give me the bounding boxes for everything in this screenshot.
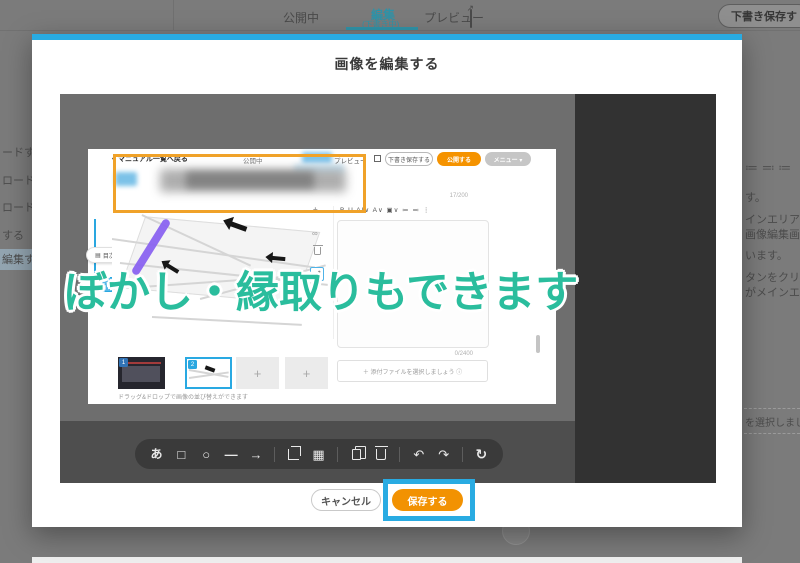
thumbnail-1: 1 bbox=[118, 357, 165, 389]
edit-image-modal: 画像を編集する < マニュアル一覧へ戻る 公開中 プレビュー 下書き保存する 公… bbox=[32, 34, 742, 527]
inner-external-link-icon bbox=[374, 155, 381, 162]
redo-button[interactable]: ↷ bbox=[437, 448, 450, 461]
inner-scrollbar bbox=[536, 335, 540, 353]
thumbnail-2-badge: 2 bbox=[188, 360, 197, 369]
modal-title: 画像を編集する bbox=[334, 56, 440, 72]
external-link-icon bbox=[470, 9, 472, 28]
line-tool-button[interactable]: ― bbox=[225, 448, 238, 461]
link-icon: ∞ bbox=[312, 229, 318, 238]
tab-published[interactable]: 公開中 bbox=[283, 9, 319, 26]
tutorial-highlight-rect bbox=[383, 479, 475, 521]
toolbar-divider bbox=[336, 446, 338, 462]
page-bottom-edge bbox=[32, 557, 742, 563]
thumbnail-2-selected: 2 bbox=[185, 357, 232, 389]
duplicate-icon bbox=[351, 445, 367, 460]
panel-text: 画像編集画面か bbox=[745, 229, 800, 241]
panel-text: がメインエリア bbox=[745, 287, 800, 299]
toolbar-divider bbox=[462, 446, 464, 462]
trash-icon bbox=[374, 445, 388, 460]
add-image-slot: + bbox=[236, 357, 279, 389]
format-toolbar-icons: ≔ ≕ ≔ bbox=[745, 160, 792, 175]
delete-button[interactable] bbox=[374, 445, 388, 460]
sidebar-item: する bbox=[2, 230, 24, 242]
inner-draft-save-button: 下書き保存する bbox=[385, 152, 433, 166]
panel-text: タンをクリック bbox=[745, 272, 800, 284]
mosaic-tool-button[interactable]: ▦ bbox=[312, 448, 325, 461]
rotate-button[interactable]: ↻ bbox=[475, 447, 488, 461]
toolbar-divider bbox=[399, 446, 401, 462]
editor-toolbar: あ □ ○ ― → ▦ ↶ ↷ ↻ bbox=[135, 439, 503, 469]
panel-text: す。 bbox=[745, 192, 766, 204]
orange-annotation-rect bbox=[113, 154, 366, 213]
drag-hint: ドラッグ&ドロップで画像の並び替えができます bbox=[118, 395, 249, 401]
attachment-text: を選択しましょう bbox=[745, 418, 800, 429]
panel-text: インエリアに bbox=[745, 214, 800, 226]
panel-text: います。 bbox=[745, 250, 788, 262]
crop-icon bbox=[288, 445, 301, 460]
dashed-divider bbox=[744, 433, 800, 434]
green-annotation-text[interactable]: ぼかし・縁取りもできます bbox=[64, 258, 578, 320]
attachment-select-box: ＋ 添付ファイルを選択しましょう ⓘ bbox=[337, 360, 488, 382]
duplicate-button[interactable] bbox=[350, 445, 367, 460]
thumbnail-1-badge: 1 bbox=[119, 358, 128, 367]
header-divider bbox=[173, 0, 174, 30]
crop-tool-button[interactable] bbox=[287, 445, 301, 460]
tab-preview[interactable]: プレビュー bbox=[424, 9, 484, 26]
active-tab-underline bbox=[346, 27, 418, 30]
trash-icon bbox=[313, 244, 323, 255]
body-char-count: 0/2400 bbox=[454, 351, 473, 357]
arrow-tool-button[interactable]: → bbox=[249, 448, 262, 461]
thumb-detail bbox=[122, 366, 160, 382]
ellipse-tool-button[interactable]: ○ bbox=[200, 448, 213, 461]
cancel-button[interactable]: キャンセル bbox=[311, 489, 381, 511]
toolbar-divider bbox=[274, 446, 276, 462]
add-image-slot: + bbox=[285, 357, 328, 389]
inner-menu-button: メニュー ▾ bbox=[485, 152, 531, 166]
title-char-count: 17/200 bbox=[449, 193, 468, 199]
inner-publish-button: 公開する bbox=[437, 152, 481, 166]
screen: 公開中 編集 (下書き中) プレビュー 下書き保存す ードする ロードす ロード… bbox=[0, 0, 800, 563]
image-edit-canvas[interactable]: < マニュアル一覧へ戻る 公開中 プレビュー 下書き保存する 公開する メニュー… bbox=[60, 94, 716, 483]
undo-button[interactable]: ↶ bbox=[412, 448, 425, 461]
rectangle-tool-button[interactable]: □ bbox=[175, 448, 188, 461]
draft-save-button[interactable]: 下書き保存す bbox=[718, 4, 800, 28]
text-tool-button[interactable]: あ bbox=[150, 448, 163, 460]
dashed-divider bbox=[744, 408, 800, 409]
